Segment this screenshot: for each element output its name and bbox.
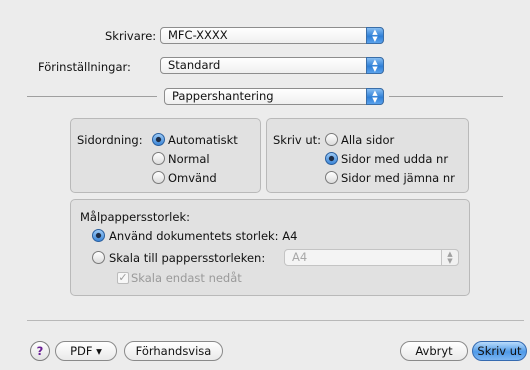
radio-scale-to-paper[interactable] [92, 251, 105, 264]
radio-even-pages[interactable] [325, 171, 338, 184]
presets-value: Standard [168, 58, 221, 72]
printer-label: Skrivare: [105, 29, 157, 43]
printer-value: MFC-XXXX [168, 28, 228, 42]
radio-all-pages[interactable] [325, 133, 338, 146]
radio-use-document-size[interactable] [92, 229, 105, 242]
radio-normal[interactable] [152, 152, 165, 165]
presets-label: Förinställningar: [38, 60, 131, 74]
separator-left [27, 96, 157, 97]
option-use-document-size[interactable]: Använd dokumentets storlek: A4 [109, 229, 297, 243]
panel-popup[interactable]: Pappershantering ▲ ▼ [164, 88, 384, 105]
radio-odd-pages[interactable] [325, 152, 338, 165]
option-automatic[interactable]: Automatiskt [168, 133, 238, 147]
option-even-pages[interactable]: Sidor med jämna nr [341, 171, 455, 185]
popup-arrows-icon: ▲ ▼ [366, 88, 384, 105]
print-pages-label: Skriv ut: [273, 133, 322, 147]
scale-down-only-checkbox[interactable]: ✓ [117, 272, 129, 284]
radio-automatic[interactable] [152, 133, 165, 146]
option-reverse[interactable]: Omvänd [168, 171, 217, 185]
popup-arrows-icon: ▲ ▼ [441, 249, 459, 266]
option-odd-pages[interactable]: Sidor med udda nr [341, 152, 448, 166]
pdf-button[interactable]: PDF ▾ [55, 341, 117, 361]
popup-arrows-icon: ▲ ▼ [366, 27, 384, 44]
preview-button[interactable]: Förhandsvisa [124, 341, 223, 361]
panel-value: Pappershantering [172, 89, 274, 103]
presets-popup[interactable]: Standard ▲ ▼ [160, 57, 384, 74]
option-normal[interactable]: Normal [168, 152, 210, 166]
help-button[interactable]: ? [30, 341, 50, 361]
separator-right [389, 96, 503, 97]
page-order-label: Sidordning: [77, 133, 143, 147]
destination-size-title: Målpappersstorlek: [80, 210, 190, 224]
paper-size-popup[interactable]: A4 ▲ ▼ [284, 249, 459, 266]
bottom-separator [27, 320, 524, 321]
radio-reverse[interactable] [152, 171, 165, 184]
page-order-group [70, 118, 261, 193]
print-button[interactable]: Skriv ut [472, 341, 527, 361]
cancel-button[interactable]: Avbryt [400, 341, 468, 361]
option-all-pages[interactable]: Alla sidor [341, 133, 394, 147]
printer-popup[interactable]: MFC-XXXX ▲ ▼ [160, 27, 384, 44]
paper-size-value: A4 [292, 250, 308, 264]
scale-down-only-label: Skala endast nedåt [131, 271, 242, 285]
option-scale-to-paper[interactable]: Skala till pappersstorleken: [109, 251, 265, 265]
popup-arrows-icon: ▲ ▼ [366, 57, 384, 74]
